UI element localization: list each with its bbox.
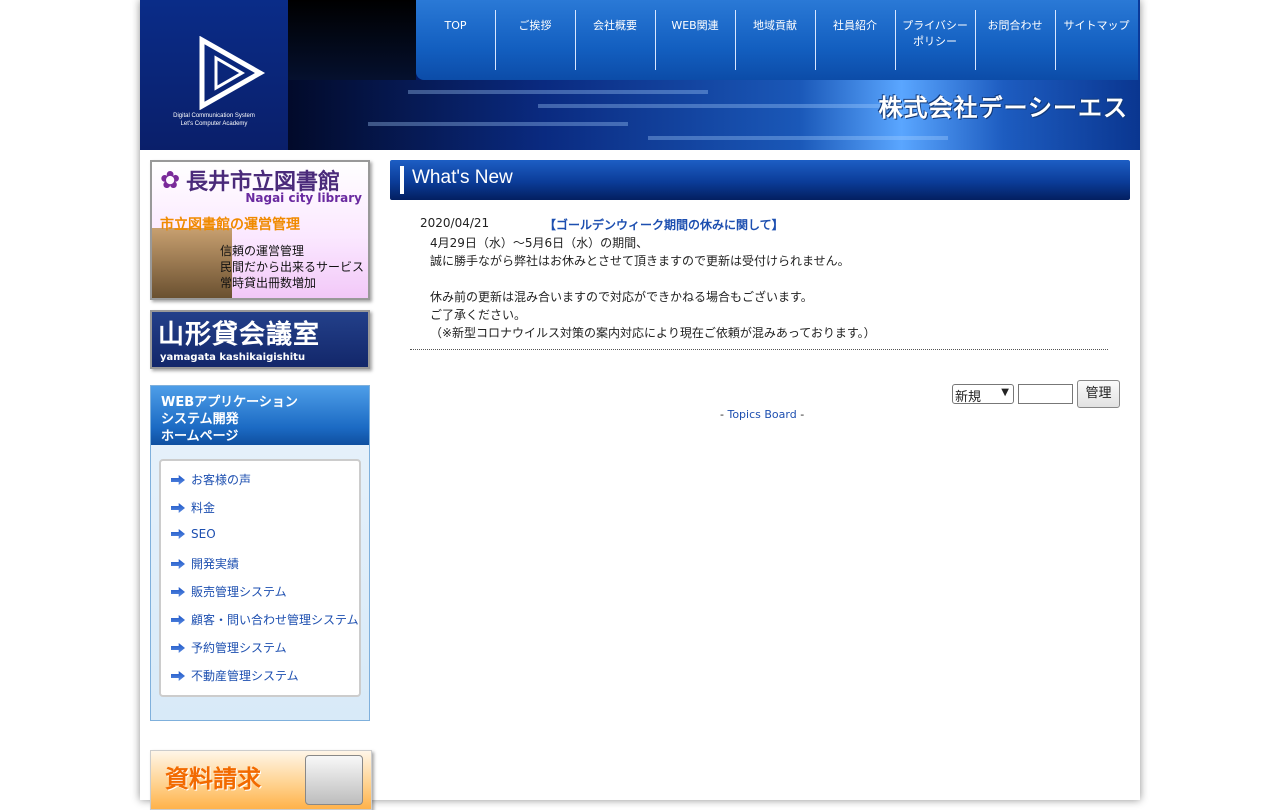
arrow-right-icon — [171, 587, 185, 597]
sidebar-item-label: 開発実績 — [191, 557, 240, 571]
nav-top[interactable]: TOP — [416, 10, 495, 70]
header-dark-block — [288, 0, 416, 80]
flower-icon: ✿ — [160, 166, 181, 194]
sidebar-item-crm-system[interactable]: 顧客・問い合わせ管理システム — [171, 611, 359, 628]
news-divider — [410, 349, 1108, 350]
site-header: Digital Communication System Let's Compu… — [140, 0, 1140, 150]
sidebar-item-label: 顧客・問い合わせ管理システム — [191, 613, 359, 627]
news-body-line: 4月29日（水）～5月6日（水）の期間、 — [430, 236, 649, 250]
sidebar-item-label: 予約管理システム — [191, 641, 287, 655]
library-banner-subtitle: Nagai city library — [245, 191, 362, 205]
arrow-right-icon — [171, 643, 185, 653]
topics-board-link[interactable]: Topics Board — [727, 408, 796, 421]
document-request-banner[interactable]: 資料請求 — [150, 750, 372, 810]
sidebar-item-reservation-system[interactable]: 予約管理システム — [171, 639, 287, 656]
arrow-right-icon — [171, 475, 185, 485]
sidebar-item-real-estate-system[interactable]: 不動産管理システム — [171, 667, 299, 684]
sidebar-item-pricing[interactable]: 料金 — [171, 499, 215, 516]
arrow-right-icon — [171, 503, 185, 513]
nav-web[interactable]: WEB関連 — [655, 10, 734, 70]
web-services-box: WEBアプリケーション システム開発 ホームページ お客様の声 料金 SEO 開… — [150, 385, 370, 721]
library-banner-line: 信頼の運営管理 — [220, 244, 305, 258]
news-date: 2020/04/21 — [420, 216, 490, 230]
sidebar-item-label: 料金 — [191, 501, 216, 515]
company-name: 株式会社デーシーエス — [878, 94, 1128, 122]
topics-suffix: - — [796, 408, 805, 421]
yamagata-meeting-room-banner[interactable]: 山形貸会議室 yamagata kashikaigishitu — [150, 310, 370, 369]
whats-new-header: What's New — [390, 160, 1130, 200]
admin-mode-selected: 新規 — [955, 390, 982, 405]
arrow-right-icon — [171, 615, 185, 625]
sidebar-item-label: 販売管理システム — [191, 585, 287, 599]
library-banner[interactable]: ✿ 長井市立図書館 Nagai city library 市立図書館の運営管理 … — [150, 160, 370, 300]
sidebar-item-sales-system[interactable]: 販売管理システム — [171, 583, 287, 600]
header-accent-bar — [400, 166, 404, 194]
sidebar-item-label: SEO — [191, 527, 216, 541]
sidebar-item-customer-voice[interactable]: お客様の声 — [171, 471, 251, 488]
news-body-line: 休み前の更新は混み合いますので対応ができかねる場合もございます。 — [430, 290, 813, 304]
news-body-line: （※新型コロナウイルス対策の案内対応により現在ご依頼が混みあっております。） — [430, 326, 876, 340]
nav-greeting[interactable]: ご挨拶 — [495, 10, 574, 70]
logo-text-line1: Digital Communication System — [173, 113, 255, 119]
nav-sitemap[interactable]: サイトマップ — [1055, 10, 1137, 70]
sidebar-item-track-record[interactable]: 開発実績 — [171, 555, 239, 572]
news-title-link[interactable]: 【ゴールデンウィーク期間の休みに関して】 — [544, 216, 784, 233]
sidebar-item-label: お客様の声 — [191, 473, 252, 487]
news-body-line: 誠に勝手ながら弊社はお休みとさせて頂きますので更新は受付けられません。 — [430, 254, 850, 268]
admin-mode-select[interactable]: 新規 ▼ — [952, 384, 1014, 405]
fax-machine-icon — [305, 755, 363, 805]
main-nav: TOP ご挨拶 会社概要 WEB関連 地域貢献 社員紹介 プライバシーポリシー … — [416, 0, 1138, 80]
arrow-right-icon — [171, 559, 185, 569]
chevron-down-icon: ▼ — [1001, 387, 1009, 398]
page-container: Digital Communication System Let's Compu… — [140, 0, 1140, 810]
yamagata-banner-title: 山形貸会議室 — [158, 320, 321, 350]
yamagata-banner-subtitle: yamagata kashikaigishitu — [160, 352, 306, 363]
library-banner-line: 民間だから出来るサービス — [220, 260, 365, 274]
web-services-header[interactable]: WEBアプリケーション システム開発 ホームページ — [151, 386, 369, 445]
arrow-right-icon — [171, 529, 185, 539]
arrow-right-icon — [171, 671, 185, 681]
nav-company-profile[interactable]: 会社概要 — [575, 10, 654, 70]
dcs-logo-icon — [199, 36, 266, 110]
nav-contact[interactable]: お問合わせ — [975, 10, 1054, 70]
admin-password-input[interactable] — [1018, 384, 1073, 404]
document-request-title: 資料請求 — [165, 765, 261, 793]
nav-privacy-policy[interactable]: プライバシーポリシー — [895, 10, 974, 70]
nav-community[interactable]: 地域貢献 — [735, 10, 814, 70]
nav-staff[interactable]: 社員紹介 — [815, 10, 894, 70]
logo-text-line2: Let's Computer Academy — [180, 121, 248, 127]
admin-button[interactable]: 管理 — [1077, 380, 1120, 408]
whats-new-title: What's New — [412, 167, 513, 188]
web-services-header-line: ホームページ — [161, 429, 239, 444]
sidebar-item-seo[interactable]: SEO — [171, 527, 216, 541]
news-body-line: ご了承ください。 — [430, 308, 527, 322]
topics-board-footer: - Topics Board - — [720, 408, 804, 421]
library-banner-heading: 市立図書館の運営管理 — [160, 217, 300, 233]
company-logo[interactable]: Digital Communication System Let's Compu… — [140, 0, 288, 150]
library-banner-line: 常時貸出冊数増加 — [220, 276, 317, 290]
sidebar-item-label: 不動産管理システム — [191, 669, 299, 683]
web-services-list: お客様の声 料金 SEO 開発実績 販売管理システム 顧客・問い合わせ管理システ… — [159, 459, 361, 697]
